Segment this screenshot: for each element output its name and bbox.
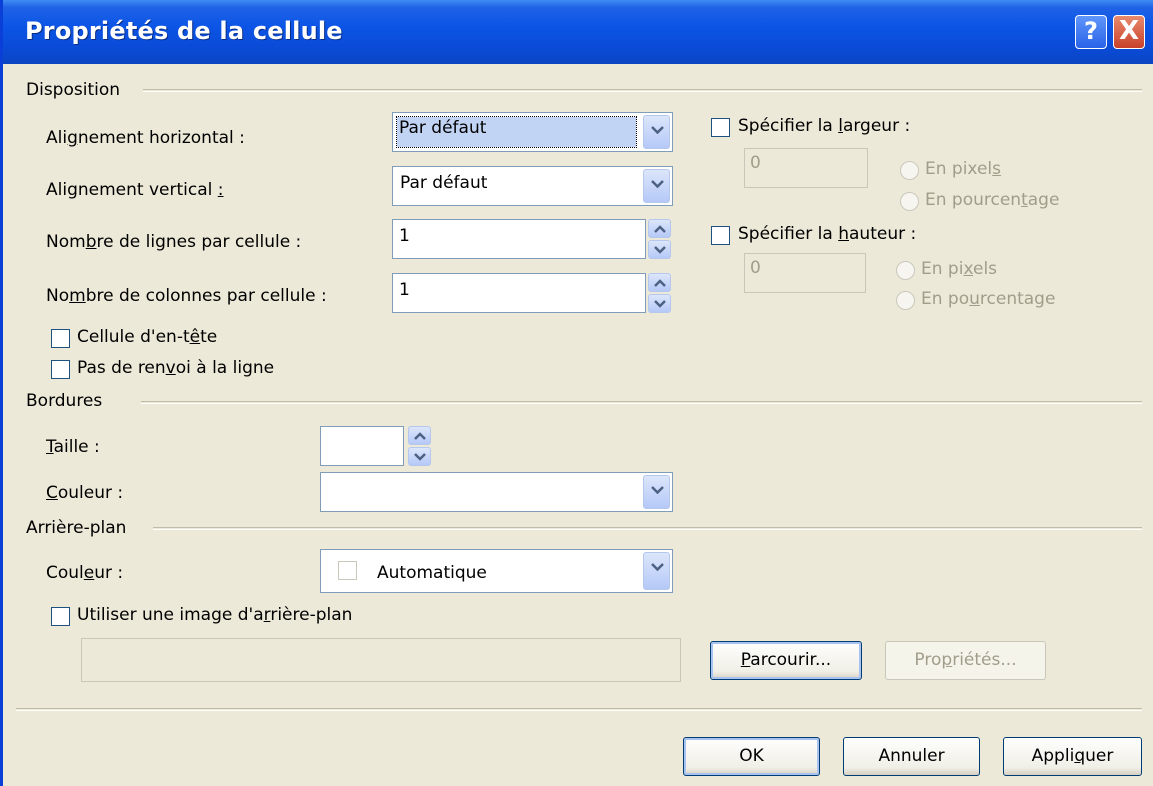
bg-color-value: Automatique: [377, 563, 487, 583]
spin-down-icon[interactable]: [648, 294, 671, 313]
width-percent-radio[interactable]: [900, 192, 919, 211]
separator-borders: [141, 401, 1142, 404]
cols-per-cell-label: Nombre de colonnes par cellule :: [46, 286, 327, 306]
ok-button[interactable]: OK: [683, 737, 820, 776]
cancel-label: Annuler: [878, 746, 945, 766]
spin-down-icon[interactable]: [648, 240, 671, 259]
no-wrap-checkbox[interactable]: [51, 360, 70, 379]
width-pixels-label: En pixels: [925, 159, 1002, 179]
width-value: 0: [750, 153, 761, 173]
height-percent-label: En pourcentage: [921, 289, 1056, 309]
border-color-label: Couleur :: [46, 483, 124, 503]
rows-per-cell-value: 1: [399, 226, 410, 246]
specify-height-label: Spécifier la hauteur :: [738, 224, 917, 244]
browse-label: Parcourir...: [740, 650, 832, 670]
v-align-value: Par défaut: [400, 173, 488, 193]
section-title-background: Arrière-plan: [26, 518, 127, 538]
section-title-borders: Bordures: [26, 391, 103, 411]
apply-label: Appliquer: [1031, 746, 1114, 766]
separator-background: [153, 527, 1142, 530]
cols-per-cell-value: 1: [399, 280, 410, 300]
cell-properties-dialog: Propriétés de la cellule ? X Disposition…: [0, 0, 1153, 786]
use-bg-image-checkbox[interactable]: [51, 607, 70, 626]
border-color-select[interactable]: [320, 472, 673, 512]
no-wrap-label: Pas de renvoi à la ligne: [77, 358, 275, 378]
v-align-label: Alignement vertical :: [46, 180, 224, 200]
ok-label: OK: [739, 746, 764, 766]
rows-per-cell-spinner[interactable]: [648, 219, 671, 259]
use-bg-image-label: Utiliser une image d'arrière-plan: [77, 605, 353, 625]
height-input[interactable]: 0: [744, 253, 866, 293]
close-button[interactable]: X: [1113, 15, 1145, 49]
title-bar[interactable]: Propriétés de la cellule ? X: [3, 0, 1153, 64]
width-pixels-radio[interactable]: [900, 161, 919, 180]
height-pixels-label: En pixels: [921, 259, 998, 279]
specify-width-label: Spécifier la largeur :: [738, 116, 911, 136]
height-value: 0: [750, 258, 761, 278]
close-icon: X: [1118, 16, 1140, 46]
bg-color-label: Couleur :: [46, 563, 124, 583]
spin-up-icon[interactable]: [648, 219, 671, 238]
help-icon: ?: [1084, 17, 1098, 45]
browse-button[interactable]: Parcourir...: [710, 641, 862, 680]
section-title-layout: Disposition: [26, 80, 121, 100]
border-size-label: Taille :: [46, 437, 100, 457]
v-align-select[interactable]: Par défaut: [392, 166, 673, 206]
height-pixels-radio[interactable]: [896, 261, 915, 280]
rows-per-cell-input[interactable]: 1: [392, 219, 646, 259]
spin-down-icon[interactable]: [408, 447, 431, 466]
chevron-down-icon[interactable]: [643, 475, 670, 509]
chevron-down-icon[interactable]: [643, 169, 670, 203]
specify-height-checkbox[interactable]: [711, 226, 730, 245]
separator-footer: [16, 708, 1142, 711]
height-percent-radio[interactable]: [896, 291, 915, 310]
separator-layout: [143, 89, 1142, 92]
cols-per-cell-input[interactable]: 1: [392, 273, 646, 313]
bg-image-path-input[interactable]: [81, 638, 681, 682]
rows-per-cell-label: Nombre de lignes par cellule :: [46, 232, 302, 252]
border-size-spinner[interactable]: [408, 426, 431, 466]
cols-per-cell-spinner[interactable]: [648, 273, 671, 313]
properties-label: Propriétés...: [914, 650, 1017, 670]
h-align-label: Alignement horizontal :: [46, 128, 245, 148]
header-cell-checkbox[interactable]: [51, 329, 70, 348]
h-align-select[interactable]: Par défaut: [392, 112, 673, 152]
specify-width-checkbox[interactable]: [711, 118, 730, 137]
window-title: Propriétés de la cellule: [25, 17, 343, 45]
spin-up-icon[interactable]: [408, 426, 431, 445]
h-align-value: Par défaut: [399, 118, 487, 138]
properties-button[interactable]: Propriétés...: [885, 641, 1046, 680]
header-cell-label: Cellule d'en-tête: [77, 327, 218, 347]
chevron-down-icon[interactable]: [643, 552, 670, 590]
border-size-input[interactable]: [320, 426, 404, 466]
bg-color-select[interactable]: Automatique: [320, 549, 673, 593]
chevron-down-icon[interactable]: [643, 115, 670, 149]
cancel-button[interactable]: Annuler: [843, 737, 980, 776]
width-input[interactable]: 0: [744, 148, 868, 188]
color-swatch: [338, 561, 357, 580]
apply-button[interactable]: Appliquer: [1003, 737, 1142, 776]
help-button[interactable]: ?: [1075, 15, 1107, 49]
width-percent-label: En pourcentage: [925, 190, 1060, 210]
spin-up-icon[interactable]: [648, 273, 671, 292]
